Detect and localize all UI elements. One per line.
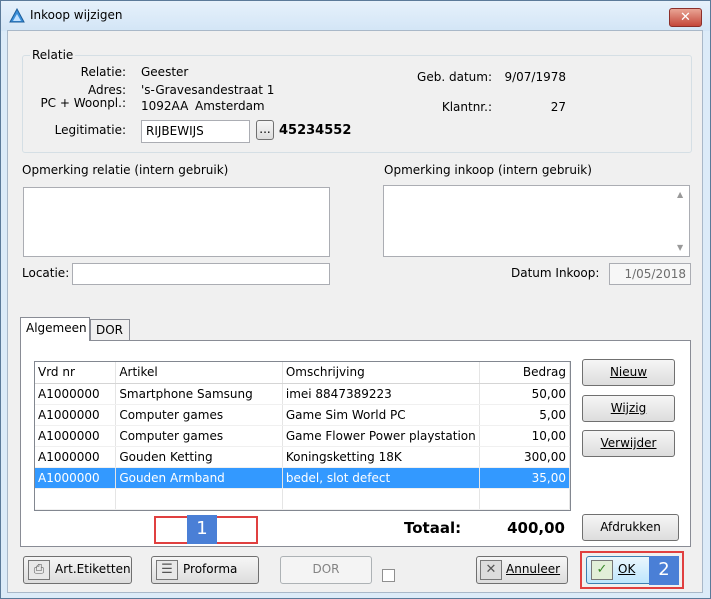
cell-vrdnr: A1000000 [35,425,117,447]
scroll-up-icon[interactable]: ▲ [677,190,687,199]
postcode-value: 1092AA [141,99,189,113]
geb-datum-label: Geb. datum: [417,70,492,84]
cell-vrdnr: A1000000 [35,404,117,426]
datum-inkoop-field[interactable]: 1/05/2018 [609,263,691,285]
locatie-label: Locatie: [22,266,70,280]
geb-datum-value: 9/07/1978 [504,70,566,84]
table-row-empty[interactable] [35,488,571,510]
tab-dor[interactable]: DOR [90,319,130,340]
cell-omschrijving: Game Flower Power playstation [282,425,480,447]
cell-artikel: Computer games [115,425,283,447]
column-header-bedrag[interactable]: Bedrag [479,362,571,384]
close-icon: ✕ [680,10,691,25]
proforma-label: Proforma [183,562,238,576]
legitimatie-number: 45234552 [279,123,352,138]
cell-bedrag: 5,00 [479,404,571,426]
cell-vrdnr: A1000000 [35,446,117,468]
nieuw-label: Nieuw [609,365,648,379]
locatie-field[interactable] [72,263,330,285]
relatie-label: Relatie: [80,65,126,79]
window-title: Inkoop wijzigen [30,8,123,22]
cell-artikel: Computer games [115,404,283,426]
callout-1-badge: 1 [187,515,217,544]
verwijder-button[interactable]: Verwijder [582,430,675,457]
wijzig-button[interactable]: Wijzig [582,395,675,422]
printer-icon: ⎙ [28,560,50,580]
adres-value: 's-Gravesandestraat 1 [141,83,275,97]
checkmark-icon: ✓ [591,560,613,580]
cell-bedrag: 50,00 [479,383,571,405]
cell-omschrijving: Game Sim World PC [282,404,480,426]
cell-vrdnr: A1000000 [35,467,117,489]
table-row-selected[interactable]: A1000000 Gouden Armband bedel, slot defe… [35,467,571,489]
scroll-down-icon[interactable]: ▼ [677,243,687,252]
opmerking-relatie-field[interactable] [23,187,330,257]
cell-vrdnr: A1000000 [35,383,117,405]
cell-bedrag: 10,00 [479,425,571,447]
cell-bedrag: 300,00 [479,446,571,468]
cell-omschrijving: bedel, slot defect [282,467,480,489]
document-list-icon: ☰ [156,560,178,580]
column-header-omschrijving[interactable]: Omschrijving [282,362,480,384]
datum-inkoop-label: Datum Inkoop: [511,266,600,280]
table-row[interactable]: A1000000 Gouden Ketting Koningsketting 1… [35,446,571,468]
pc-woonplaats-label: PC + Woonpl.: [40,96,126,110]
cell-artikel: Smartphone Samsung [115,383,283,405]
column-header-vrdnr[interactable]: Vrd nr [35,362,117,384]
art-etiketten-label: Art.Etiketten [55,562,131,576]
table-row[interactable]: A1000000 Computer games Game Sim World P… [35,404,571,426]
totaal-value: 400,00 [507,519,565,537]
totaal-label: Totaal: [404,519,462,537]
items-table[interactable]: Vrd nr Artikel Omschrijving Bedrag A1000… [34,361,571,511]
nieuw-button[interactable]: Nieuw [582,359,675,386]
cell-omschrijving: imei 8847389223 [282,383,480,405]
ok-button[interactable]: ✓ OK [586,556,654,584]
close-button[interactable]: ✕ [669,8,702,27]
annuleer-button[interactable]: ✕ Annuleer [476,556,568,584]
table-header-row: Vrd nr Artikel Omschrijving Bedrag [35,362,571,384]
cell-artikel: Gouden Armband [115,467,283,489]
cell-omschrijving: Koningsketting 18K [282,446,480,468]
relatie-value: Geester [141,65,189,79]
title-bar: Inkoop wijzigen ✕ [1,1,710,31]
app-icon [9,8,25,23]
afdrukken-button[interactable]: Afdrukken [582,514,679,541]
opmerking-inkoop-label: Opmerking inkoop (intern gebruik) [384,163,592,177]
table-row[interactable]: A1000000 Computer games Game Flower Powe… [35,425,571,447]
proforma-button[interactable]: ☰ Proforma [151,556,259,584]
cancel-x-icon: ✕ [480,560,502,580]
dor-button[interactable]: DOR [280,556,372,584]
dor-checkbox[interactable] [382,569,395,582]
klantnr-label: Klantnr.: [441,100,492,114]
callout-2-badge: 2 [649,556,679,585]
tab-algemeen[interactable]: Algemeen [20,317,90,341]
legitimatie-label: Legitimatie: [54,123,126,137]
annuleer-label: Annuleer [506,562,561,576]
ok-label: OK [618,562,636,576]
cell-bedrag: 35,00 [479,467,571,489]
adres-label: Adres: [88,83,126,97]
klantnr-value: 27 [550,100,566,114]
cell-artikel: Gouden Ketting [115,446,283,468]
opmerking-relatie-label: Opmerking relatie (intern gebruik) [22,163,229,177]
verwijder-label: Verwijder [600,436,657,450]
relatie-legend: Relatie [30,48,76,62]
browse-button[interactable]: ... [256,120,274,140]
table-row[interactable]: A1000000 Smartphone Samsung imei 8847389… [35,383,571,405]
opmerking-inkoop-field[interactable] [383,185,690,257]
legitimatie-field[interactable]: RIJBEWIJS [141,120,250,143]
column-header-artikel[interactable]: Artikel [115,362,283,384]
art-etiketten-button[interactable]: ⎙ Art.Etiketten [23,556,132,584]
wijzig-label: Wijzig [610,401,647,415]
woonplaats-value: Amsterdam [195,99,265,113]
